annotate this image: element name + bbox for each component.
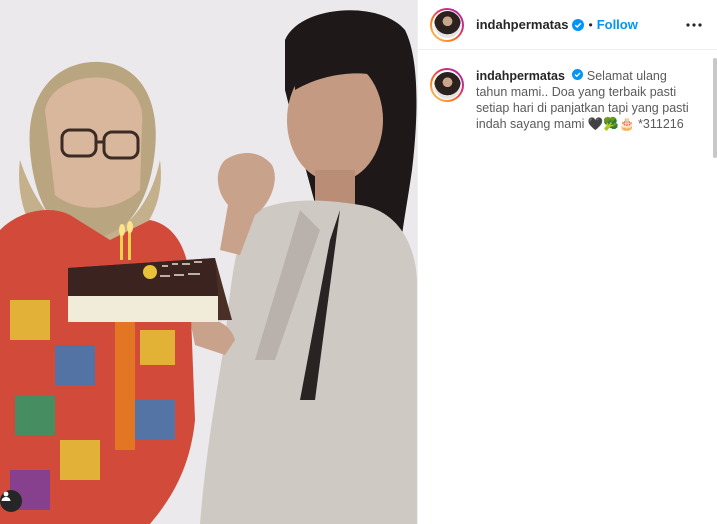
post-side-panel: indahpermatas • Follow indahpermatas Sel…	[417, 0, 717, 524]
avatar[interactable]	[430, 7, 464, 42]
follow-button[interactable]: Follow	[597, 17, 638, 32]
post-header: indahpermatas • Follow	[418, 0, 717, 50]
scrollbar[interactable]	[713, 58, 717, 158]
separator-dot: •	[588, 17, 593, 32]
post-photo[interactable]	[0, 0, 417, 524]
verified-badge-icon	[572, 18, 585, 31]
user-tag-icon[interactable]	[0, 490, 22, 512]
more-options-icon[interactable]	[685, 22, 703, 28]
caption: indahpermatas Selamat ulang tahun mami..…	[476, 68, 690, 132]
caption-username-link[interactable]: indahpermatas	[476, 69, 565, 83]
photo-illustration	[0, 0, 417, 524]
caption-avatar[interactable]	[430, 68, 464, 102]
caption-verified-badge-icon	[572, 69, 584, 80]
caption-row: indahpermatas Selamat ulang tahun mami..…	[418, 50, 717, 132]
username-link[interactable]: indahpermatas	[476, 17, 568, 32]
